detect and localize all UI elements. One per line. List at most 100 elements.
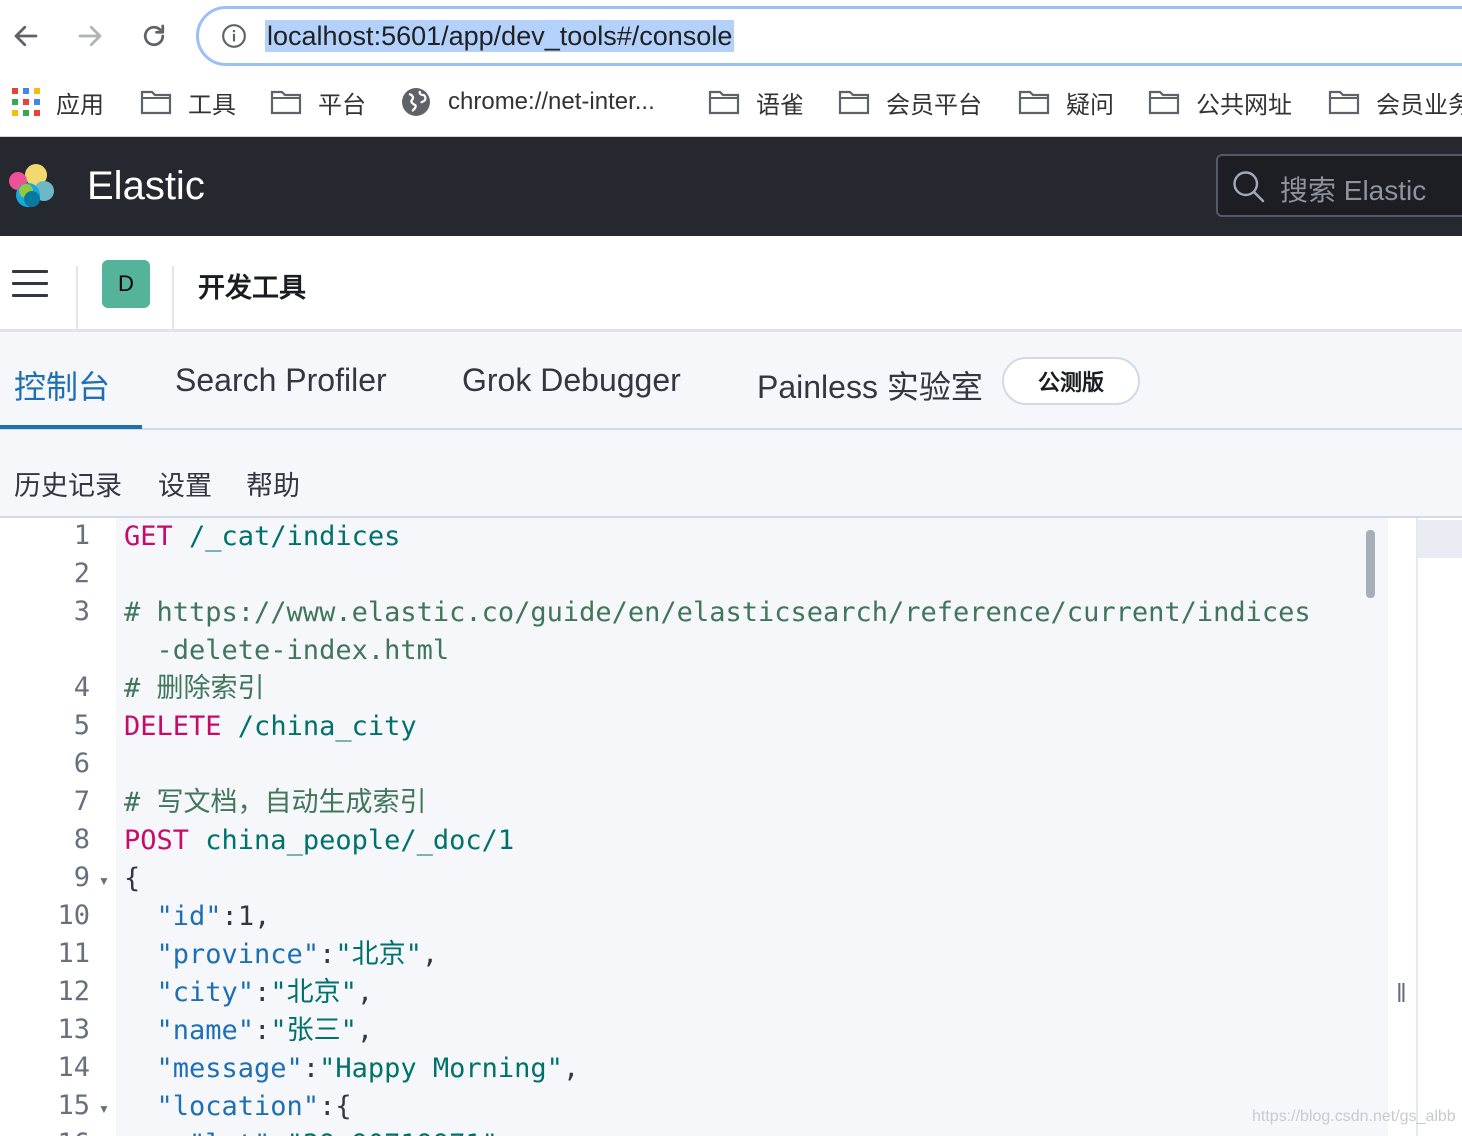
watermark: https://blog.csdn.net/gs_albb <box>1252 1108 1456 1125</box>
bookmark-label: 语雀 <box>756 91 804 119</box>
editor-scrollbar[interactable] <box>1366 530 1375 598</box>
bookmark-folder-yuque[interactable]: 语雀 <box>708 82 804 122</box>
bookmark-folder-platform[interactable]: 平台 <box>270 82 366 122</box>
hamburger-line <box>12 294 48 297</box>
line-number: 3 <box>73 596 90 627</box>
tab-console[interactable]: 控制台 <box>14 362 110 408</box>
search-placeholder: 搜索 Elastic <box>1280 175 1427 206</box>
line-number: 7 <box>73 786 90 817</box>
code-token: # 写文档，自动生成索引 <box>124 787 427 818</box>
line-number: 12 <box>57 976 90 1007</box>
code-token: -delete-index.html <box>124 635 450 666</box>
code-line[interactable]: POST china_people/_doc/1 <box>124 822 514 860</box>
bookmark-label: 会员业务 <box>1376 91 1462 119</box>
settings-link[interactable]: 设置 <box>158 464 212 503</box>
folder-icon <box>1328 90 1360 115</box>
folder-icon <box>1148 90 1180 115</box>
fold-toggle-icon[interactable]: ▼ <box>98 874 110 888</box>
code-line[interactable]: "lat":"39.90719971" <box>124 1126 498 1136</box>
code-line[interactable]: # https://www.elastic.co/guide/en/elasti… <box>124 594 1311 632</box>
code-line[interactable]: DELETE /china_city <box>124 708 417 746</box>
forward-button[interactable] <box>68 14 112 58</box>
code-token: { <box>124 863 141 894</box>
url-text[interactable]: localhost:5601/app/dev_tools#/console <box>265 20 735 52</box>
console-menu: 历史记录 设置 帮助 <box>0 430 1462 518</box>
fold-toggle-icon[interactable]: ▼ <box>98 1102 110 1116</box>
code-token: "province" <box>156 939 320 970</box>
brand-name[interactable]: Elastic <box>87 161 205 211</box>
code-token: : <box>254 977 271 1008</box>
help-link[interactable]: 帮助 <box>246 464 300 503</box>
folder-icon <box>708 90 740 115</box>
line-number: 1 <box>73 520 90 551</box>
line-number: 10 <box>57 900 90 931</box>
line-number: 6 <box>73 748 90 779</box>
tab-painless-lab[interactable]: Painless 实验室 <box>757 362 983 408</box>
code-token: : <box>319 939 336 970</box>
console-editor[interactable]: 123456789▼101112131415▼16 GET /_cat/indi… <box>0 518 1416 1136</box>
reload-icon <box>143 24 165 47</box>
bookmark-folder-member-platform[interactable]: 会员平台 <box>838 82 982 122</box>
history-link[interactable]: 历史记录 <box>14 464 122 503</box>
bookmark-folder-tools[interactable]: 工具 <box>140 82 236 122</box>
search-icon <box>1233 171 1265 203</box>
code-line[interactable]: # 删除索引 <box>124 670 265 708</box>
beta-badge: 公测版 <box>1002 357 1140 405</box>
response-panel[interactable] <box>1416 518 1462 1136</box>
code-line[interactable]: "city":"北京", <box>124 974 374 1012</box>
info-icon[interactable] <box>221 23 247 49</box>
breadcrumb-bar: D 开发工具 <box>0 236 1462 332</box>
hamburger-line <box>12 282 48 285</box>
reload-button[interactable] <box>132 14 176 58</box>
code-token: : <box>302 1053 320 1084</box>
code-token: "city" <box>156 977 255 1008</box>
code-token: /_cat/indices <box>172 521 401 552</box>
line-number: 9 <box>73 862 90 893</box>
bookmark-apps[interactable]: 应用 <box>12 82 104 122</box>
folder-icon <box>838 90 870 115</box>
bookmark-folder-public-urls[interactable]: 公共网址 <box>1148 82 1292 122</box>
bookmark-net-internals[interactable]: chrome://net-inter... <box>400 82 655 122</box>
line-number: 16 <box>57 1128 90 1136</box>
address-bar[interactable]: localhost:5601/app/dev_tools#/console <box>196 6 1462 66</box>
dev-tools-tabs: 控制台 Search Profiler Grok Debugger Painle… <box>0 332 1462 430</box>
code-line[interactable]: "location":{ <box>124 1088 352 1126</box>
line-number: 2 <box>73 558 90 589</box>
bookmarks-bar: 应用 工具 平台 chrome://net-inter... 语雀 会员平台 疑… <box>0 72 1462 137</box>
code-line[interactable]: GET /_cat/indices <box>124 518 400 556</box>
back-button[interactable] <box>4 14 48 58</box>
code-token: "39.90719971" <box>287 1129 498 1136</box>
editor-code-area[interactable]: GET /_cat/indices # https://www.elastic.c… <box>116 518 1388 1136</box>
editor-gutter: 123456789▼101112131415▼16 <box>0 518 116 1136</box>
code-line[interactable]: "name":"张三", <box>124 1012 374 1050</box>
elastic-logo-icon[interactable] <box>6 161 56 211</box>
code-line[interactable]: "id":1, <box>124 898 271 936</box>
hamburger-line <box>12 270 48 273</box>
tab-grok-debugger[interactable]: Grok Debugger <box>462 362 681 399</box>
code-token: 1 <box>237 901 255 932</box>
code-line[interactable]: "message":"Happy Morning", <box>124 1050 580 1088</box>
code-token: , <box>562 1053 580 1084</box>
code-line[interactable]: -delete-index.html <box>124 632 450 670</box>
global-search-input[interactable]: 搜索 Elastic <box>1216 154 1462 217</box>
tab-search-profiler[interactable]: Search Profiler <box>175 362 387 399</box>
bookmark-folder-member-business[interactable]: 会员业务 <box>1328 82 1462 122</box>
resize-handle[interactable]: ‖ <box>1396 978 1407 1009</box>
divider <box>172 266 174 332</box>
code-token: "北京" <box>335 939 422 970</box>
space-avatar[interactable]: D <box>102 260 150 308</box>
code-token: "北京" <box>270 977 357 1008</box>
line-number: 11 <box>57 938 90 969</box>
code-line[interactable]: { <box>124 860 140 898</box>
code-token: , <box>356 977 374 1008</box>
menu-toggle-button[interactable] <box>12 270 48 298</box>
code-line[interactable]: # 写文档，自动生成索引 <box>124 784 427 822</box>
bookmark-folder-questions[interactable]: 疑问 <box>1018 82 1114 122</box>
code-token: : <box>221 901 238 932</box>
code-line[interactable]: "province":"北京", <box>124 936 439 974</box>
